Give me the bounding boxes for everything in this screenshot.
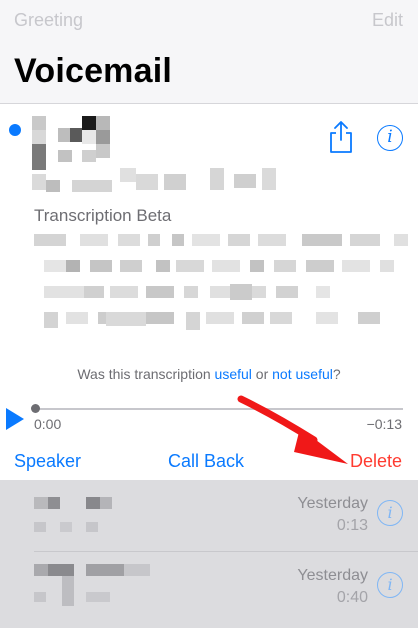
delete-button[interactable]: Delete — [350, 451, 402, 472]
transcription-feedback: Was this transcription useful or not use… — [0, 366, 418, 382]
edit-button[interactable]: Edit — [372, 10, 403, 31]
share-icon[interactable] — [328, 120, 354, 154]
voicemail-date: Yesterday — [297, 567, 368, 584]
feedback-prefix: Was this transcription — [77, 366, 215, 382]
feedback-or: or — [251, 366, 273, 382]
navigation-header: Greeting Edit Voicemail — [0, 0, 418, 104]
scrubber-knob[interactable] — [31, 404, 40, 413]
voicemail-duration: 0:13 — [336, 517, 368, 534]
play-icon[interactable] — [6, 408, 24, 430]
voicemail-duration: 0:40 — [336, 589, 368, 606]
transcription-label: Transcription Beta — [34, 206, 172, 225]
greeting-button[interactable]: Greeting — [14, 10, 83, 31]
speaker-button[interactable]: Speaker — [14, 451, 81, 472]
not-useful-link[interactable]: not useful — [272, 366, 333, 382]
elapsed-time: 0:00 — [34, 416, 62, 432]
list-item[interactable]: Yesterday 0:13 i — [0, 480, 418, 552]
list-item[interactable]: Yesterday 0:40 i — [0, 552, 418, 624]
voicemail-date: Yesterday — [297, 495, 368, 512]
info-icon[interactable]: i — [377, 572, 403, 598]
page-title: Voicemail — [14, 52, 173, 90]
info-icon[interactable]: i — [377, 125, 403, 151]
annotation-arrow-icon — [237, 395, 348, 464]
unread-dot-icon — [9, 124, 21, 136]
feedback-suffix: ? — [332, 366, 341, 382]
info-icon[interactable]: i — [377, 500, 403, 526]
call-back-button[interactable]: Call Back — [168, 451, 244, 472]
remaining-time: −0:13 — [366, 416, 402, 432]
useful-link[interactable]: useful — [215, 366, 252, 382]
